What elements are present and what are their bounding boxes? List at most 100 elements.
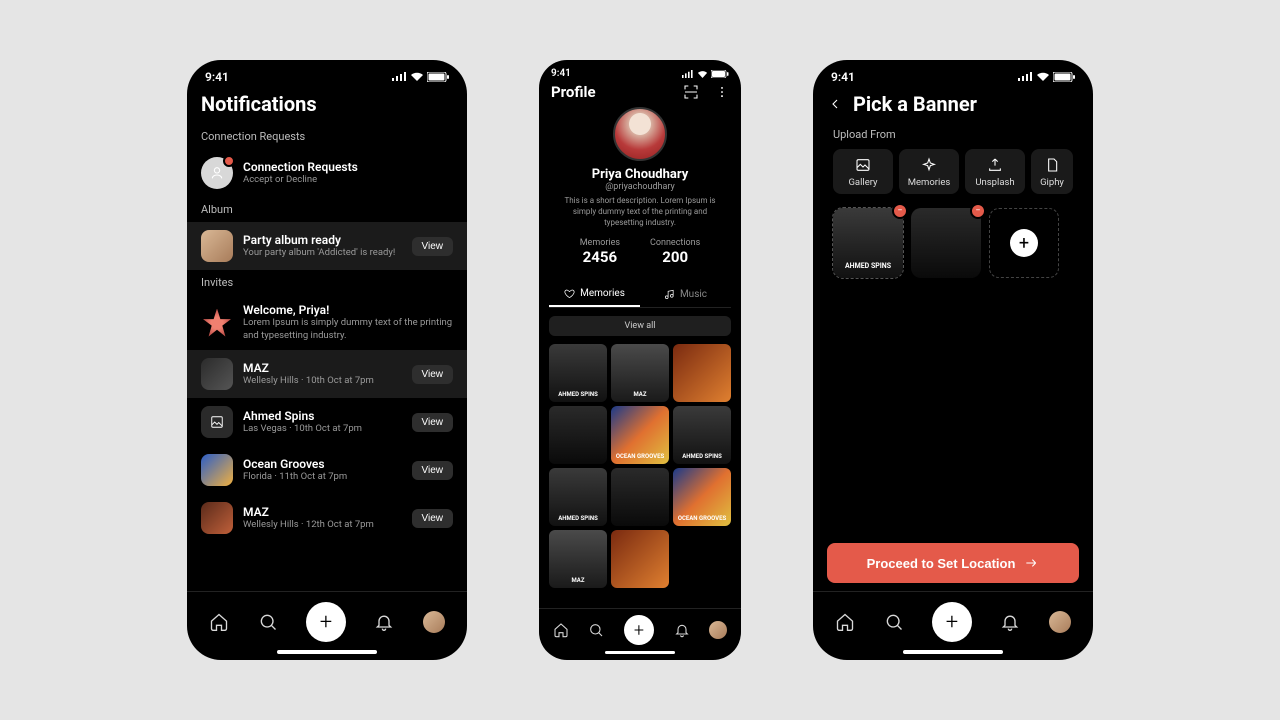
- invite-row-maz2[interactable]: MAZ Wellesly Hills · 12th Oct at 7pm Vie…: [187, 494, 467, 542]
- source-giphy[interactable]: Giphy: [1031, 149, 1073, 194]
- invite-row-ahmed[interactable]: Ahmed Spins Las Vegas · 10th Oct at 7pm …: [187, 398, 467, 446]
- invite-row-maz[interactable]: MAZ Wellesly Hills · 10th Oct at 7pm Vie…: [187, 350, 467, 398]
- stat-connections[interactable]: Connections 200: [650, 238, 700, 266]
- bell-icon[interactable]: [1000, 612, 1020, 632]
- row-title: Welcome, Priya!: [243, 303, 453, 317]
- bottom-nav: +: [187, 591, 467, 648]
- memory-tile[interactable]: OCEAN GROOVES: [611, 406, 669, 464]
- search-icon[interactable]: [258, 612, 278, 632]
- header: Profile: [539, 79, 741, 105]
- battery-icon: [427, 72, 449, 82]
- profile-avatar[interactable]: [1049, 611, 1071, 633]
- home-icon[interactable]: [209, 612, 229, 632]
- home-indicator: [605, 651, 675, 654]
- header: Pick a Banner: [813, 86, 1093, 124]
- profile-tabs: Memories Music: [549, 282, 731, 308]
- row-sub: Wellesly Hills · 10th Oct at 7pm: [243, 375, 402, 387]
- stat-value: 2456: [580, 248, 620, 266]
- signal-icon: [681, 70, 694, 78]
- invite-row-ocean[interactable]: Ocean Grooves Florida · 11th Oct at 7pm …: [187, 446, 467, 494]
- status-icons: [1017, 72, 1075, 82]
- source-label: Gallery: [848, 177, 877, 188]
- memory-tile[interactable]: [549, 406, 607, 464]
- row-sub: Las Vegas · 10th Oct at 7pm: [243, 423, 402, 435]
- home-icon[interactable]: [835, 612, 855, 632]
- connection-request-row[interactable]: Connection Requests Accept or Decline: [187, 149, 467, 197]
- page-title: Pick a Banner: [853, 92, 977, 116]
- event-thumb: [201, 454, 233, 486]
- battery-icon: [711, 70, 729, 78]
- memory-tile[interactable]: OCEAN GROOVES: [673, 468, 731, 526]
- tab-memories[interactable]: Memories: [549, 282, 640, 307]
- memories-grid: AHMED SPINS MAZ OCEAN GROOVES AHMED SPIN…: [539, 344, 741, 588]
- plus-icon: +: [1010, 229, 1038, 257]
- back-icon[interactable]: [827, 96, 843, 112]
- view-button[interactable]: View: [412, 237, 454, 256]
- remove-icon[interactable]: −: [970, 203, 986, 219]
- memory-tile[interactable]: [611, 468, 669, 526]
- view-button[interactable]: View: [412, 461, 454, 480]
- profile-avatar[interactable]: [709, 621, 727, 639]
- phone-profile: 9:41 Profile Priya Choudhary @priyachoud…: [539, 60, 741, 660]
- status-time: 9:41: [205, 70, 229, 84]
- memory-tile[interactable]: AHMED SPINS: [673, 406, 731, 464]
- stat-label: Connections: [650, 238, 700, 248]
- profile-avatar-large[interactable]: [613, 107, 667, 161]
- source-memories[interactable]: Memories: [899, 149, 959, 194]
- banner-add-slot[interactable]: +: [989, 208, 1059, 278]
- memory-tile[interactable]: AHMED SPINS: [549, 468, 607, 526]
- qr-scan-icon[interactable]: [683, 84, 699, 100]
- source-label: Unsplash: [975, 177, 1014, 188]
- upload-icon: [987, 157, 1003, 173]
- status-icons: [681, 70, 729, 78]
- profile-bio: This is a short description. Lorem Ipsum…: [549, 192, 731, 232]
- tab-music[interactable]: Music: [640, 282, 731, 307]
- memory-tile[interactable]: [611, 530, 669, 588]
- row-title: MAZ: [243, 361, 402, 375]
- arrow-right-icon: [1023, 555, 1039, 571]
- source-gallery[interactable]: Gallery: [833, 149, 893, 194]
- bell-icon[interactable]: [374, 612, 394, 632]
- search-icon[interactable]: [884, 612, 904, 632]
- view-button[interactable]: View: [412, 365, 454, 384]
- source-label: Memories: [908, 177, 951, 188]
- home-indicator: [903, 650, 1003, 654]
- remove-icon[interactable]: −: [892, 203, 908, 219]
- view-all-button[interactable]: View all: [549, 316, 731, 336]
- proceed-button[interactable]: Proceed to Set Location: [827, 543, 1079, 583]
- view-button[interactable]: View: [412, 413, 454, 432]
- more-vertical-icon[interactable]: [715, 85, 729, 99]
- invite-row-welcome[interactable]: Welcome, Priya! Lorem Ipsum is simply du…: [187, 295, 467, 350]
- bell-icon[interactable]: [674, 622, 690, 638]
- stat-label: Memories: [580, 238, 620, 248]
- bottom-nav: +: [539, 608, 741, 649]
- memory-tile[interactable]: MAZ: [549, 530, 607, 588]
- row-title: Ahmed Spins: [243, 409, 402, 423]
- profile-scroll[interactable]: Priya Choudhary @priyachoudhary This is …: [539, 105, 741, 608]
- banner-slot[interactable]: −: [911, 208, 981, 278]
- event-thumb-placeholder: [201, 406, 233, 438]
- profile-avatar[interactable]: [423, 611, 445, 633]
- stat-memories[interactable]: Memories 2456: [580, 238, 620, 266]
- search-icon[interactable]: [588, 622, 604, 638]
- memory-tile[interactable]: [673, 344, 731, 402]
- view-button[interactable]: View: [412, 509, 454, 528]
- file-icon: [1044, 157, 1060, 173]
- page-title: Profile: [551, 83, 596, 101]
- banner-slot[interactable]: AHMED SPINS −: [833, 208, 903, 278]
- row-sub: Your party album 'Addicted' is ready!: [243, 247, 402, 259]
- add-fab[interactable]: +: [624, 615, 654, 645]
- add-fab[interactable]: +: [932, 602, 972, 642]
- banner-slots: AHMED SPINS − − +: [813, 198, 1093, 288]
- row-title: Connection Requests: [243, 160, 453, 174]
- add-fab[interactable]: +: [306, 602, 346, 642]
- notifications-list[interactable]: Connection Requests Connection Requests …: [187, 124, 467, 591]
- row-title: Party album ready: [243, 233, 402, 247]
- album-row[interactable]: Party album ready Your party album 'Addi…: [187, 222, 467, 270]
- memory-tile[interactable]: MAZ: [611, 344, 669, 402]
- source-unsplash[interactable]: Unsplash: [965, 149, 1025, 194]
- page-title: Notifications: [201, 92, 317, 116]
- memory-tile[interactable]: AHMED SPINS: [549, 344, 607, 402]
- home-icon[interactable]: [553, 622, 569, 638]
- row-sub: Florida · 11th Oct at 7pm: [243, 471, 402, 483]
